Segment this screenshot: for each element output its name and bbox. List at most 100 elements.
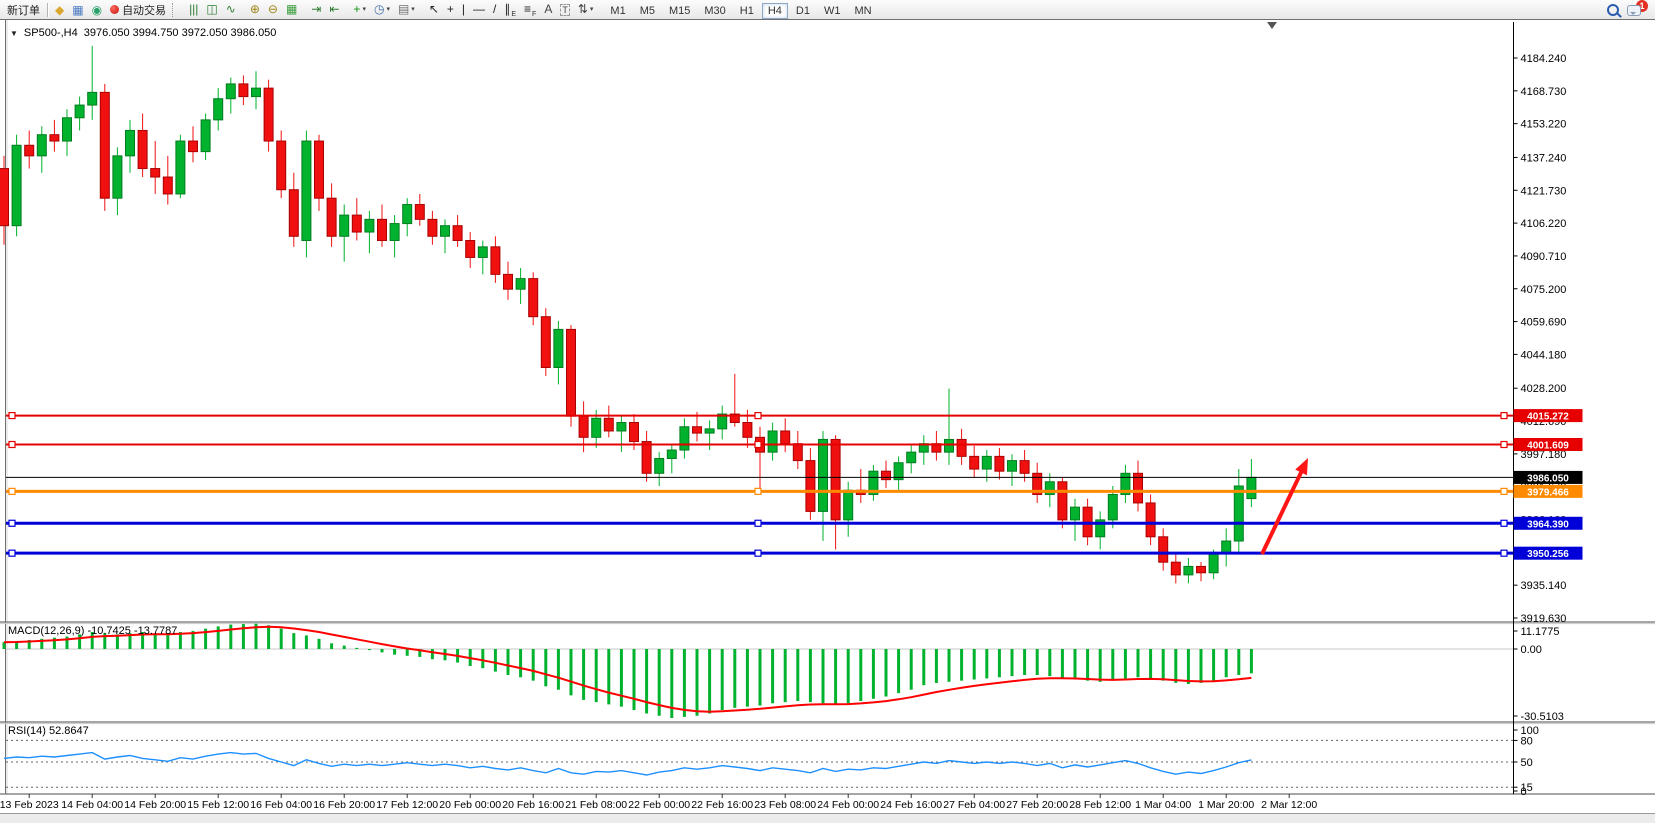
svg-text:4028.200: 4028.200	[1521, 383, 1567, 395]
svg-text:24 Feb 16:00: 24 Feb 16:00	[880, 799, 942, 811]
channel-icon-sub: E	[511, 11, 516, 18]
indicators-button[interactable]: +▾	[349, 0, 370, 19]
search-button[interactable]	[1603, 0, 1623, 19]
toolbar-separator	[47, 3, 48, 17]
collapse-chart-icon[interactable]: ▼	[10, 29, 18, 38]
arrows-icon: ⇅	[578, 2, 588, 16]
timeframe-mn-button[interactable]: MN	[848, 3, 877, 19]
svg-text:14 Feb 04:00: 14 Feb 04:00	[61, 799, 123, 811]
fibonacci-icon-sub: F	[532, 11, 536, 18]
timeframe-w1-button[interactable]: W1	[818, 3, 847, 19]
vertical-line-button[interactable]: |	[458, 0, 469, 19]
crosshair-button[interactable]: +	[443, 0, 458, 19]
svg-text:21 Feb 08:00: 21 Feb 08:00	[565, 799, 627, 811]
timeframe-m15-button[interactable]: M15	[663, 3, 696, 19]
svg-text:4121.730: 4121.730	[1521, 185, 1567, 197]
fibonacci-icon: ≡	[524, 2, 531, 16]
auto-trading-button[interactable]: 自动交易	[106, 0, 170, 19]
svg-text:13 Feb 2023: 13 Feb 2023	[0, 799, 59, 811]
chart-title: ▼ SP500-,H4 3976.050 3994.750 3972.050 3…	[10, 27, 276, 39]
timeframe-d1-button[interactable]: D1	[790, 3, 816, 19]
svg-text:14 Feb 20:00: 14 Feb 20:00	[124, 799, 186, 811]
new-order-label: 新订单	[7, 2, 40, 18]
svg-text:3935.140: 3935.140	[1521, 580, 1567, 592]
cursor-button[interactable]: ↖	[425, 0, 443, 19]
svg-text:1 Mar 20:00: 1 Mar 20:00	[1198, 799, 1254, 811]
zoom-out-button[interactable]: ⊖	[264, 0, 282, 19]
timeframe-m1-button[interactable]: M1	[604, 3, 631, 19]
timeframe-h4-button[interactable]: H4	[762, 3, 788, 19]
chart-ohlc-values: 3976.050 3994.750 3972.050 3986.050	[84, 27, 277, 39]
svg-text:24 Feb 00:00: 24 Feb 00:00	[817, 799, 879, 811]
timeframe-m5-button[interactable]: M5	[634, 3, 661, 19]
channel-button[interactable]: ∥E	[500, 0, 520, 19]
chart-symbol-period: SP500-,H4	[24, 27, 78, 39]
periods-button[interactable]: ◷▾	[370, 0, 394, 19]
tile-windows-button[interactable]: ▦	[282, 0, 301, 19]
line-chart-button[interactable]: ∿	[222, 0, 240, 19]
svg-text:22 Feb 16:00: 22 Feb 16:00	[691, 799, 753, 811]
timeframe-h1-button[interactable]: H1	[734, 3, 760, 19]
svg-text:4184.240: 4184.240	[1521, 53, 1567, 65]
candlestick-chart-button[interactable]: ◫	[202, 0, 221, 19]
svg-text:4090.710: 4090.710	[1521, 251, 1567, 263]
crosshair-icon: +	[447, 2, 454, 16]
templates-icon: ▤	[398, 2, 409, 16]
svg-text:50: 50	[1521, 757, 1533, 769]
chart-shift-button[interactable]: ⇤	[325, 0, 343, 19]
search-icon	[1607, 4, 1619, 16]
macd-indicator-label: MACD(12,26,9) -10.7425 -13.7787	[8, 625, 177, 637]
chart-window: 4184.2404168.7304153.2204137.2404121.730…	[0, 20, 1655, 813]
rsi-indicator-label: RSI(14) 52.8647	[8, 725, 89, 737]
bar-chart-button[interactable]: |||	[185, 0, 202, 19]
auto-scroll-button[interactable]: ⇥	[307, 0, 325, 19]
horizontal-line-button[interactable]: —	[469, 0, 489, 19]
svg-text:4001.609: 4001.609	[1527, 441, 1569, 452]
charts-button[interactable]: ◆	[51, 0, 68, 19]
text-button[interactable]: A	[540, 0, 556, 19]
svg-text:20 Feb 16:00: 20 Feb 16:00	[502, 799, 564, 811]
trendline-button[interactable]: /	[489, 0, 500, 19]
svg-text:16 Feb 04:00: 16 Feb 04:00	[250, 799, 312, 811]
svg-text:3979.466: 3979.466	[1527, 487, 1569, 498]
svg-text:4015.272: 4015.272	[1527, 412, 1569, 423]
new-order-button[interactable]: 新订单	[3, 0, 44, 19]
zoom-in-button[interactable]: ⊕	[246, 0, 264, 19]
dropdown-caret-icon[interactable]: ▾	[590, 5, 594, 13]
timeframe-m30-button[interactable]: M30	[698, 3, 731, 19]
candlestick-chart-icon: ◫	[206, 2, 217, 16]
dropdown-caret-icon[interactable]: ▾	[411, 5, 415, 13]
svg-text:23 Feb 08:00: 23 Feb 08:00	[754, 799, 816, 811]
svg-text:4168.730: 4168.730	[1521, 86, 1567, 98]
chart-canvas[interactable]: 4184.2404168.7304153.2204137.2404121.730…	[0, 20, 1655, 813]
fibonacci-button[interactable]: ≡F	[520, 0, 540, 19]
svg-text:20 Feb 00:00: 20 Feb 00:00	[439, 799, 501, 811]
chat-icon	[1627, 5, 1641, 16]
trendline-icon: /	[493, 2, 496, 16]
zoom-in-icon: ⊕	[250, 2, 260, 16]
timeframe-toolbar: M1M5M15M30H1H4D1W1MN	[597, 1, 878, 19]
line-chart-icon: ∿	[226, 2, 236, 16]
cursor-icon: ↖	[429, 2, 439, 16]
chat-button[interactable]: 1	[1623, 0, 1652, 19]
svg-text:3919.630: 3919.630	[1521, 613, 1567, 625]
svg-text:4044.180: 4044.180	[1521, 349, 1567, 361]
toolbar-drag-handle	[172, 3, 177, 17]
vertical-line-icon: |	[462, 2, 465, 16]
auto-scroll-icon: ⇥	[311, 2, 321, 16]
broadcast-icon: ◉	[92, 3, 102, 17]
chart-window-button[interactable]: ▦	[68, 0, 87, 19]
arrows-button[interactable]: ⇅▾	[574, 0, 598, 19]
status-strip	[0, 813, 1655, 823]
dropdown-caret-icon[interactable]: ▾	[362, 5, 366, 13]
broadcast-button[interactable]: ◉	[88, 0, 106, 19]
svg-text:4075.200: 4075.200	[1521, 284, 1567, 296]
svg-text:4106.220: 4106.220	[1521, 218, 1567, 230]
svg-text:11.1775: 11.1775	[1521, 626, 1560, 638]
zoom-out-icon: ⊖	[268, 2, 278, 16]
label-button[interactable]: T	[556, 1, 574, 20]
templates-button[interactable]: ▤▾	[394, 0, 419, 19]
dropdown-caret-icon[interactable]: ▾	[386, 5, 390, 13]
bar-chart-icon: |||	[189, 2, 198, 16]
tile-windows-icon: ▦	[286, 2, 297, 16]
